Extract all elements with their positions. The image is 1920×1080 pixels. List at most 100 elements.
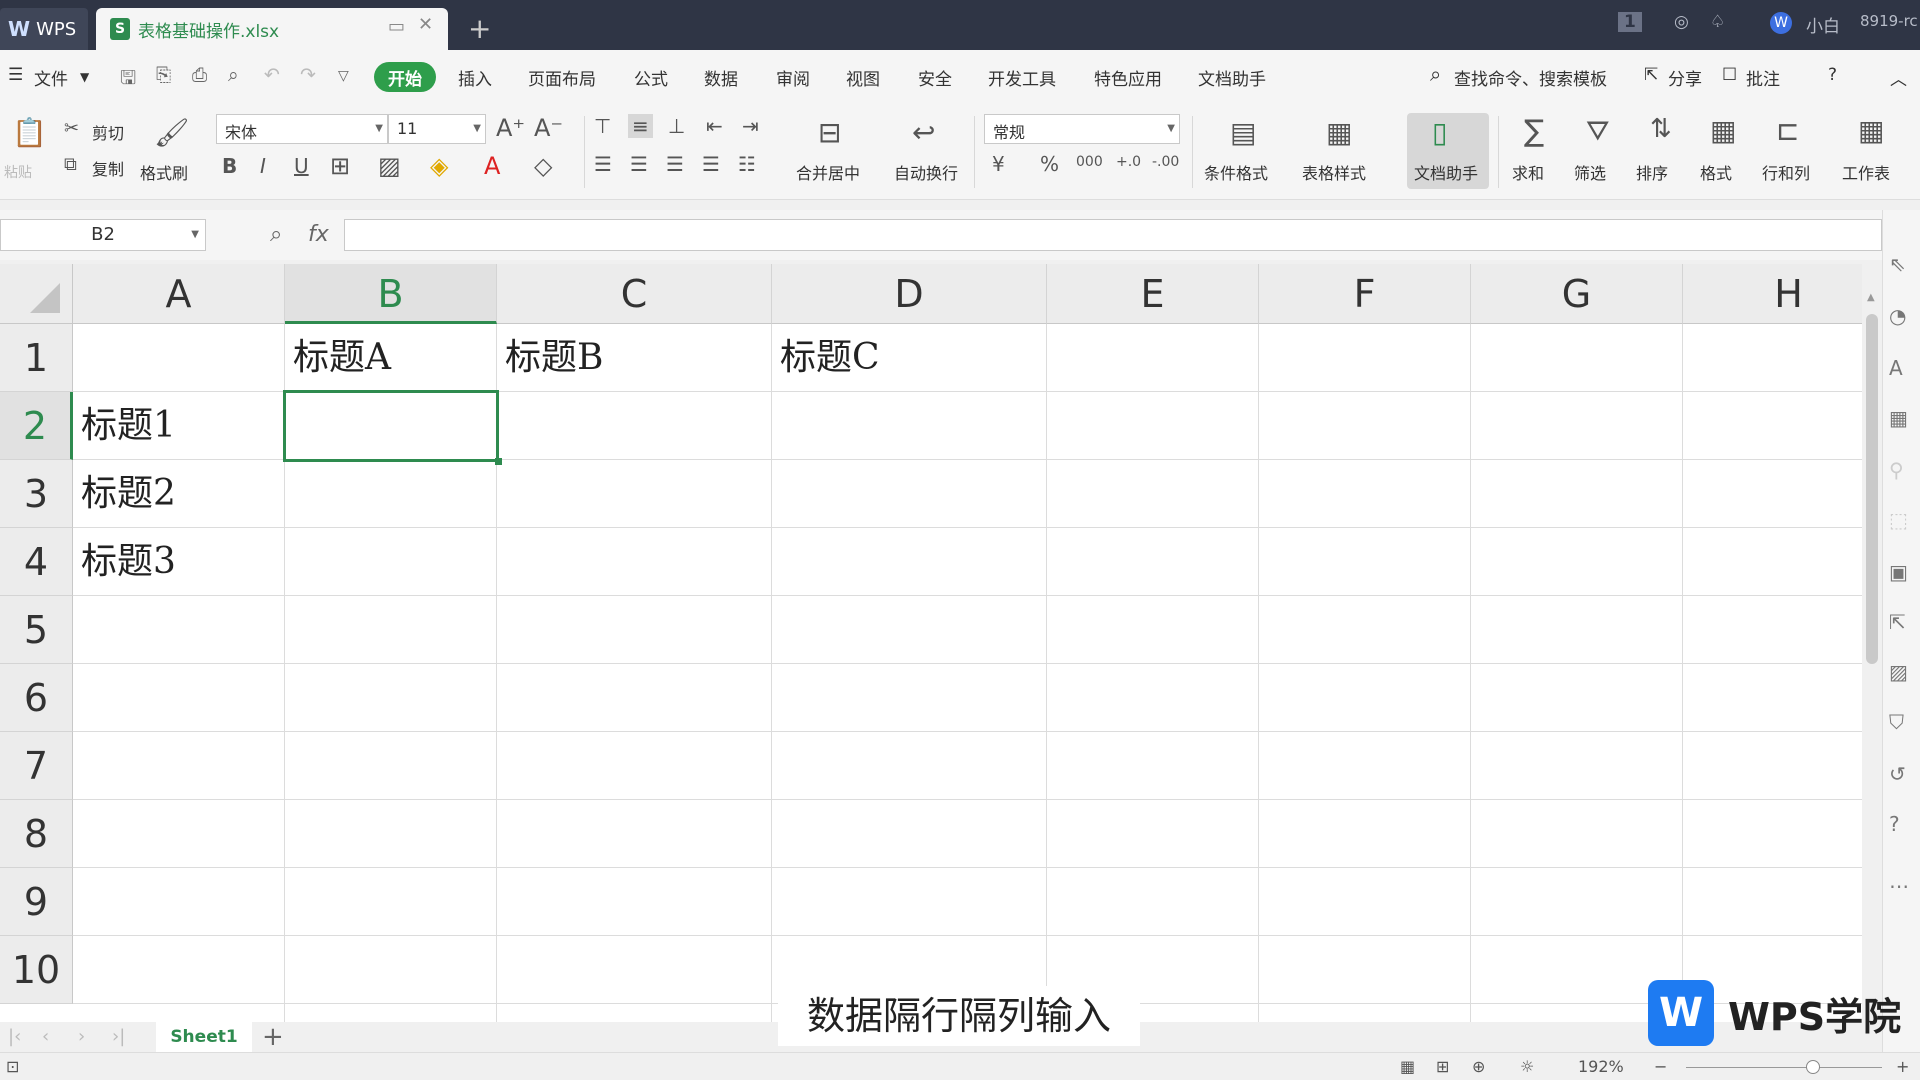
help-circle-icon[interactable]: ?	[1889, 812, 1900, 836]
cell-b1[interactable]: 标题A	[285, 324, 391, 392]
cut-button[interactable]: 剪切	[92, 120, 124, 144]
copy-button[interactable]: 复制	[92, 156, 124, 180]
table-style-button[interactable]: 表格样式	[1302, 160, 1366, 184]
search-icon[interactable]: ⌕	[1430, 62, 1441, 86]
customize-quick-access-icon[interactable]: ▽	[338, 68, 349, 84]
table-icon[interactable]: ▦	[1889, 406, 1908, 430]
align-center-icon[interactable]: ☰	[630, 152, 648, 176]
hamburger-icon[interactable]: ☰	[8, 65, 23, 85]
zoom-slider-knob[interactable]	[1806, 1060, 1820, 1074]
align-right-icon[interactable]: ☰	[666, 152, 684, 176]
menu-doc-helper[interactable]: 文档助手	[1198, 65, 1266, 90]
last-sheet-icon[interactable]: ›|	[112, 1026, 125, 1047]
select-icon[interactable]: ⬚	[1889, 508, 1908, 532]
image-icon[interactable]: ▨	[1889, 660, 1908, 684]
page-break-view-icon[interactable]: ⊞	[1436, 1057, 1449, 1076]
row-header-9[interactable]: 9	[0, 868, 73, 936]
menu-review[interactable]: 审阅	[776, 65, 810, 90]
skin-icon[interactable]: ◎	[1674, 12, 1689, 32]
sum-button[interactable]: 求和	[1512, 160, 1544, 184]
shirt-icon[interactable]: ♤	[1710, 12, 1725, 32]
new-tab-button[interactable]: +	[468, 12, 491, 45]
fill-color-icon[interactable]: ◈	[430, 152, 448, 180]
font-size-select[interactable]: 11 ▼	[388, 114, 486, 144]
column-header-f[interactable]: F	[1259, 264, 1471, 324]
normal-view-icon[interactable]: ▦	[1400, 1057, 1415, 1076]
select-all-corner[interactable]	[0, 264, 73, 324]
row-column-button[interactable]: 行和列	[1762, 160, 1810, 184]
name-box[interactable]: B2 ▼	[0, 219, 206, 251]
doc-helper-icon[interactable]: ▯	[1432, 116, 1447, 149]
merge-center-button[interactable]: 合并居中	[796, 160, 860, 184]
font-name-select[interactable]: 宋体 ▼	[216, 114, 388, 144]
backup-icon[interactable]: ▣	[1889, 560, 1908, 584]
redo-icon[interactable]: ↷	[300, 64, 316, 86]
table-style-icon[interactable]: ▦	[1326, 116, 1352, 149]
thousands-separator-icon[interactable]: 000	[1076, 154, 1103, 170]
currency-icon[interactable]: ¥	[992, 152, 1005, 176]
zoom-in-icon[interactable]: +	[1896, 1057, 1909, 1076]
macro-record-icon[interactable]: ⊡	[6, 1057, 19, 1076]
cell-d1[interactable]: 标题C	[772, 324, 880, 392]
align-left-icon[interactable]: ☰	[594, 152, 612, 176]
increase-font-icon[interactable]: A⁺	[496, 114, 525, 142]
insert-function-icon[interactable]: fx	[308, 222, 329, 247]
cell-c1[interactable]: 标题B	[497, 324, 603, 392]
zoom-level[interactable]: 192%	[1578, 1057, 1624, 1076]
decrease-indent-icon[interactable]: ⇤	[706, 114, 723, 138]
share-panel-icon[interactable]: ⇱	[1889, 610, 1906, 634]
menu-home[interactable]: 开始	[374, 62, 436, 92]
column-header-a[interactable]: A	[73, 264, 285, 324]
export-pdf-icon[interactable]: ⎘	[156, 64, 171, 86]
sum-icon[interactable]: ∑	[1524, 114, 1544, 149]
merge-center-icon[interactable]: ⊟	[818, 116, 841, 149]
align-bottom-icon[interactable]: ⊥	[668, 114, 685, 138]
percent-icon[interactable]: %	[1040, 152, 1059, 176]
format-painter-button[interactable]: 格式刷	[140, 160, 188, 184]
format-painter-icon[interactable]: 🖌	[154, 116, 190, 149]
wrap-text-button[interactable]: 自动换行	[894, 160, 958, 184]
cursor-icon[interactable]: ⇖	[1889, 252, 1906, 276]
row-header-3[interactable]: 3	[0, 460, 73, 528]
wps-home-tab[interactable]: W WPS	[0, 8, 88, 50]
conditional-format-icon[interactable]: ▤	[1230, 116, 1256, 149]
print-preview-icon[interactable]: ⌕	[228, 64, 239, 86]
add-sheet-button[interactable]: +	[262, 1022, 284, 1052]
help-button[interactable]: ?	[1828, 65, 1837, 85]
format-cells-icon[interactable]: ▦	[1710, 114, 1736, 147]
doc-helper-button[interactable]: 文档助手	[1414, 160, 1478, 184]
row-header-4[interactable]: 4	[0, 528, 73, 596]
comment-icon[interactable]: ☐	[1722, 65, 1737, 85]
align-top-icon[interactable]: ⊤	[594, 114, 611, 138]
paste-button[interactable]: 粘贴	[4, 162, 32, 182]
menu-special-apps[interactable]: 特色应用	[1094, 65, 1162, 90]
more-icon[interactable]: ⋯	[1889, 874, 1909, 898]
distributed-align-icon[interactable]: ☷	[738, 152, 756, 176]
menu-view[interactable]: 视图	[846, 65, 880, 90]
fill-pattern-icon[interactable]: ▨	[378, 152, 401, 180]
filter-icon[interactable]: ⛛	[1586, 114, 1610, 148]
row-column-icon[interactable]: ⊏	[1776, 114, 1799, 147]
border-icon[interactable]: ⊞	[330, 152, 350, 180]
copy-icon[interactable]: ⧉	[64, 154, 77, 175]
vertical-scrollbar[interactable]: ▲	[1862, 264, 1882, 1022]
italic-icon[interactable]: I	[260, 154, 266, 178]
style-icon[interactable]: A	[1889, 356, 1903, 380]
close-tab-icon[interactable]: ✕	[418, 14, 433, 35]
column-header-g[interactable]: G	[1471, 264, 1683, 324]
comment-button[interactable]: 批注	[1746, 65, 1780, 90]
row-header-10[interactable]: 10	[0, 936, 73, 1004]
format-button[interactable]: 格式	[1700, 160, 1732, 184]
menu-insert[interactable]: 插入	[458, 65, 492, 90]
shapes-icon[interactable]: ◔	[1889, 304, 1906, 328]
paste-icon[interactable]: 📋	[12, 116, 47, 149]
scissors-icon[interactable]: ✂	[64, 118, 79, 139]
worksheet-button[interactable]: 工作表	[1842, 160, 1890, 184]
increase-decimal-icon[interactable]: +.0	[1116, 154, 1141, 170]
sort-button[interactable]: 排序	[1636, 160, 1668, 184]
collapse-ribbon-icon[interactable]: ︿	[1890, 65, 1907, 90]
column-header-b[interactable]: B	[285, 264, 497, 324]
row-header-6[interactable]: 6	[0, 664, 73, 732]
float-window-icon[interactable]: ▭	[388, 16, 405, 37]
menu-data[interactable]: 数据	[704, 65, 738, 90]
